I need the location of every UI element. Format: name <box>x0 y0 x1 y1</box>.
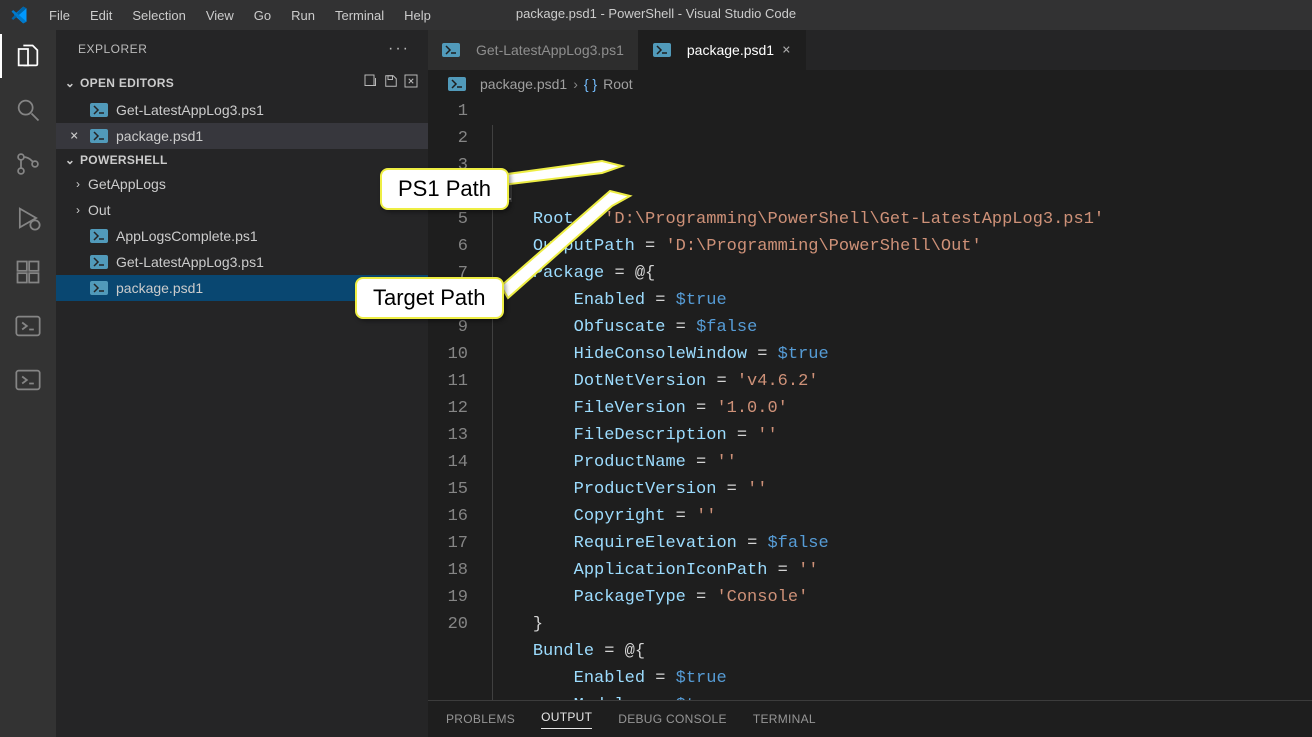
save-all-icon[interactable] <box>382 72 400 93</box>
extensions-icon[interactable] <box>12 256 44 288</box>
chevron-right-icon: › <box>70 203 86 217</box>
powershell-file-icon <box>653 43 671 57</box>
activity-bar <box>0 30 56 737</box>
open-editor-item[interactable]: ×package.psd1 <box>56 123 428 149</box>
folder-item[interactable]: ›Out <box>56 197 428 223</box>
folder-item[interactable]: ›GetAppLogs <box>56 171 428 197</box>
new-untitled-icon[interactable] <box>362 72 380 93</box>
explorer-sidebar: EXPLORER ··· ⌄ OPEN EDITORS Get-LatestAp… <box>56 30 428 737</box>
powershell-file-icon <box>90 129 108 143</box>
menu-edit[interactable]: Edit <box>81 4 121 27</box>
close-icon[interactable]: × <box>782 42 790 58</box>
window-title: package.psd1 - PowerShell - Visual Studi… <box>516 6 796 21</box>
tab-bar: Get-LatestAppLog3.ps1package.psd1× <box>428 30 1312 70</box>
powershell-file-icon <box>90 103 108 117</box>
annotation-target-path: Target Path <box>355 277 504 319</box>
chevron-right-icon: › <box>70 177 86 191</box>
powershell-file-icon <box>90 255 108 269</box>
breadcrumb[interactable]: package.psd1 › { } Root <box>428 70 1312 98</box>
menu-help[interactable]: Help <box>395 4 440 27</box>
menu-run[interactable]: Run <box>282 4 324 27</box>
powershell-panel-icon[interactable] <box>12 310 44 342</box>
menu-selection[interactable]: Selection <box>123 4 194 27</box>
menu-go[interactable]: Go <box>245 4 280 27</box>
close-icon[interactable]: × <box>70 128 84 144</box>
editor-tab[interactable]: Get-LatestAppLog3.ps1 <box>428 30 639 70</box>
editor-tab[interactable]: package.psd1× <box>639 30 806 70</box>
breadcrumb-file: package.psd1 <box>480 76 567 92</box>
panel-tab-output[interactable]: OUTPUT <box>541 710 592 729</box>
vscode-icon <box>8 4 30 26</box>
more-icon[interactable]: ··· <box>388 40 410 58</box>
chevron-down-icon: ⌄ <box>62 153 78 167</box>
open-editors-header[interactable]: ⌄ OPEN EDITORS <box>56 68 428 97</box>
search-icon[interactable] <box>12 94 44 126</box>
menu-file[interactable]: File <box>40 4 79 27</box>
source-control-icon[interactable] <box>12 148 44 180</box>
annotation-arrow <box>500 190 640 305</box>
panel-tab-debug-console[interactable]: DEBUG CONSOLE <box>618 712 727 726</box>
file-item[interactable]: AppLogsComplete.ps1 <box>56 223 428 249</box>
powershell-panel-icon-2[interactable] <box>12 364 44 396</box>
menu-view[interactable]: View <box>197 4 243 27</box>
powershell-file-icon <box>90 281 108 295</box>
open-editor-item[interactable]: Get-LatestAppLog3.ps1 <box>56 97 428 123</box>
breadcrumb-sep: › <box>573 76 578 92</box>
breadcrumb-symbol: Root <box>603 76 633 92</box>
annotation-ps1-path: PS1 Path <box>380 168 509 210</box>
panel-tab-problems[interactable]: PROBLEMS <box>446 712 515 726</box>
file-item[interactable]: Get-LatestAppLog3.ps1 <box>56 249 428 275</box>
project-header[interactable]: ⌄ POWERSHELL <box>56 149 428 171</box>
chevron-down-icon: ⌄ <box>62 76 78 90</box>
panel-tabs: PROBLEMS OUTPUT DEBUG CONSOLE TERMINAL <box>428 700 1312 737</box>
powershell-file-icon <box>442 43 460 57</box>
powershell-file-icon <box>90 229 108 243</box>
explorer-title: EXPLORER ··· <box>56 30 428 68</box>
title-bar: FileEditSelectionViewGoRunTerminalHelp p… <box>0 0 1312 30</box>
run-debug-icon[interactable] <box>12 202 44 234</box>
menu-terminal[interactable]: Terminal <box>326 4 393 27</box>
powershell-file-icon <box>448 77 466 91</box>
close-all-icon[interactable] <box>402 72 420 93</box>
panel-tab-terminal[interactable]: TERMINAL <box>753 712 816 726</box>
menubar: FileEditSelectionViewGoRunTerminalHelp <box>40 4 440 27</box>
editor-group: Get-LatestAppLog3.ps1package.psd1× packa… <box>428 30 1312 737</box>
explorer-icon[interactable] <box>12 40 44 72</box>
close-icon[interactable] <box>70 102 84 118</box>
symbol-icon: { } <box>584 76 597 92</box>
